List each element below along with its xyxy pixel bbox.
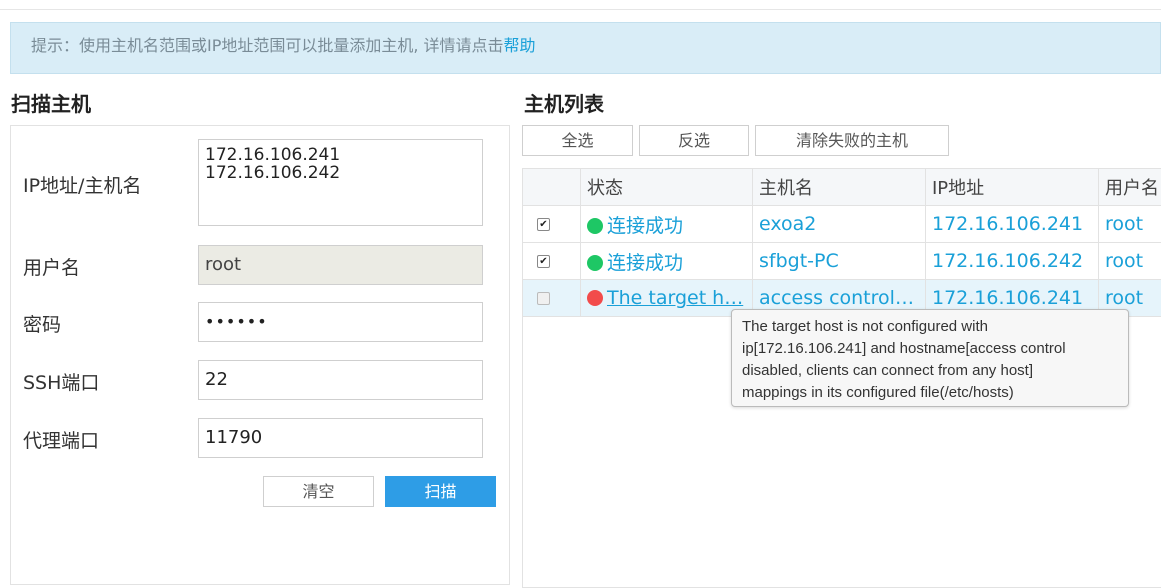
row-checkbox[interactable]: ✔: [537, 255, 550, 268]
column-header-status: 状态: [581, 169, 753, 206]
tooltip-line: ip[172.16.106.241] and hostname[access c…: [742, 338, 1118, 360]
status-success-icon: [587, 255, 603, 271]
tip-banner: 提示：使用主机名范围或IP地址范围可以批量添加主机, 详情请点击帮助: [10, 22, 1161, 74]
status-cell: 连接成功: [581, 206, 753, 243]
password-label: 密码: [23, 310, 61, 337]
column-header-ip: IP地址: [926, 169, 1099, 206]
hostname-cell: sfbgt-PC: [753, 243, 926, 280]
checkbox-column-header: [523, 169, 581, 206]
error-tooltip: The target host is not configured with i…: [731, 309, 1129, 407]
hostname-cell: exoa2: [753, 206, 926, 243]
row-checkbox[interactable]: [537, 292, 550, 305]
proxy-port-input[interactable]: 11790: [198, 418, 483, 458]
column-header-username: 用户名: [1099, 169, 1161, 206]
ssh-port-input[interactable]: 22: [198, 360, 483, 400]
scan-title: 扫描主机: [11, 88, 91, 117]
help-link[interactable]: 帮助: [504, 36, 536, 55]
scan-button[interactable]: 扫描: [385, 476, 496, 507]
tooltip-line: The target host is not configured with: [742, 316, 1118, 338]
username-label: 用户名: [23, 253, 80, 280]
status-error-icon: [587, 290, 603, 306]
status-cell: The target h…: [581, 280, 753, 317]
status-cell: 连接成功: [581, 243, 753, 280]
status-text: 连接成功: [607, 215, 683, 237]
tip-text: 提示：使用主机名范围或IP地址范围可以批量添加主机, 详情请点击: [31, 36, 504, 55]
ip-cell: 172.16.106.241: [926, 206, 1099, 243]
ip-cell: 172.16.106.242: [926, 243, 1099, 280]
username-cell: root: [1099, 206, 1161, 243]
username-cell: root: [1099, 243, 1161, 280]
ssh-port-label: SSH端口: [23, 368, 99, 395]
table-row[interactable]: ✔ 连接成功 sfbgt-PC 172.16.106.242 root: [523, 243, 1161, 280]
ip-textarea[interactable]: 172.16.106.241 172.16.106.242: [198, 139, 483, 226]
row-checkbox-cell: ✔: [523, 206, 581, 243]
ip-label: IP地址/主机名: [23, 171, 141, 198]
status-error-link[interactable]: The target h…: [607, 287, 743, 309]
clear-failed-button[interactable]: 清除失败的主机: [755, 125, 949, 156]
proxy-port-label: 代理端口: [23, 426, 99, 453]
tooltip-line: mappings in its configured file(/etc/hos…: [742, 382, 1118, 404]
status-success-icon: [587, 218, 603, 234]
table-header-row: 状态 主机名 IP地址 用户名: [523, 169, 1161, 206]
password-input[interactable]: ••••••: [198, 302, 483, 342]
username-input[interactable]: root: [198, 245, 483, 285]
tooltip-line: disabled, clients can connect from any h…: [742, 360, 1118, 382]
top-divider: [0, 9, 1161, 10]
hostlist-title: 主机列表: [524, 88, 604, 117]
row-checkbox-cell: [523, 280, 581, 317]
row-checkbox-cell: ✔: [523, 243, 581, 280]
select-all-button[interactable]: 全选: [522, 125, 633, 156]
status-text: 连接成功: [607, 252, 683, 274]
invert-selection-button[interactable]: 反选: [639, 125, 749, 156]
table-row[interactable]: ✔ 连接成功 exoa2 172.16.106.241 root: [523, 206, 1161, 243]
row-checkbox[interactable]: ✔: [537, 218, 550, 231]
host-table: 状态 主机名 IP地址 用户名 ✔ 连接成功 exoa2 172.16.106.…: [522, 168, 1161, 317]
clear-button[interactable]: 清空: [263, 476, 374, 507]
column-header-hostname: 主机名: [753, 169, 926, 206]
